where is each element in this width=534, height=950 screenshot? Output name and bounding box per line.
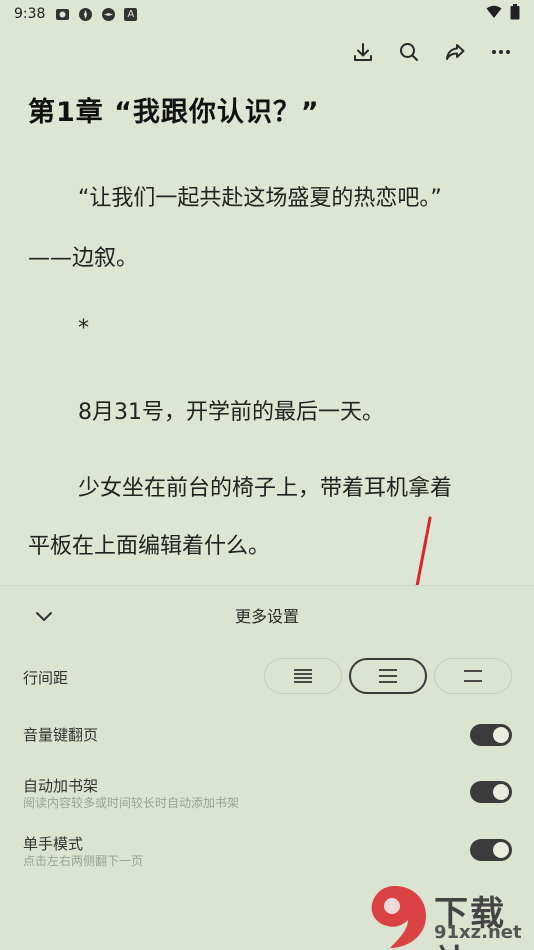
paragraph: “让我们一起共赴这场盛夏的热恋吧。” xyxy=(78,186,442,211)
auto-shelf-label: 自动加书架 xyxy=(23,777,99,795)
volume-key-toggle[interactable] xyxy=(470,724,512,746)
status-time: 9:38 xyxy=(14,6,46,22)
line-spacing-small-button[interactable] xyxy=(264,658,342,694)
paragraph: ——边叙。 xyxy=(28,246,139,271)
line-spacing-large-icon xyxy=(464,670,482,682)
reader-toolbar xyxy=(348,36,516,68)
paragraph: 少女坐在前台的椅子上，带着耳机拿着 xyxy=(78,476,453,501)
a-badge-icon: A xyxy=(124,7,138,21)
search-button[interactable] xyxy=(394,37,424,67)
line-spacing-large-button[interactable] xyxy=(434,658,512,694)
status-notification-icons: A xyxy=(55,7,138,22)
paragraph: 8月31号，开学前的最后一天。 xyxy=(78,400,384,425)
auto-shelf-description: 阅读内容较多或时间较长时自动添加书架 xyxy=(23,796,240,810)
line-spacing-options xyxy=(264,658,514,696)
line-spacing-small-icon xyxy=(294,669,312,683)
panel-title: 更多设置 xyxy=(234,607,299,626)
more-button[interactable] xyxy=(486,37,516,67)
line-spacing-medium-button[interactable] xyxy=(349,658,427,694)
volume-key-label: 音量键翻页 xyxy=(23,726,99,744)
one-hand-mode-toggle[interactable] xyxy=(470,839,512,861)
watermark-url: 91xz.net xyxy=(434,922,522,943)
download-icon xyxy=(354,43,372,61)
toggle-knob xyxy=(493,842,509,858)
status-system-icons xyxy=(486,4,520,24)
auto-shelf-toggle[interactable] xyxy=(470,781,512,803)
battery-icon xyxy=(510,4,520,24)
status-bar: 9:38 A xyxy=(0,0,534,28)
paragraph: * xyxy=(78,316,89,341)
download-button[interactable] xyxy=(348,37,378,67)
search-icon xyxy=(400,43,418,61)
one-hand-mode-description: 点击左右两侧翻下一页 xyxy=(23,854,144,868)
share-button[interactable] xyxy=(440,37,470,67)
panel-header: 更多设置 xyxy=(0,586,534,642)
app-notification-icon xyxy=(101,7,116,22)
wifi-icon xyxy=(486,5,502,23)
toggle-knob xyxy=(493,727,509,743)
more-icon xyxy=(492,50,510,54)
watermark-logo-icon xyxy=(371,886,426,948)
line-spacing-label: 行间距 xyxy=(23,669,69,687)
toggle-knob xyxy=(493,784,509,800)
site-watermark: 下载站 91xz.net xyxy=(362,884,534,950)
line-spacing-medium-icon xyxy=(379,669,397,683)
share-icon xyxy=(446,44,465,60)
photo-notification-icon xyxy=(55,7,70,22)
paragraph: 平板在上面编辑着什么。 xyxy=(28,534,271,559)
chapter-title: 第1章 “我跟你认识？” xyxy=(28,97,320,128)
one-hand-mode-label: 单手模式 xyxy=(23,835,84,853)
app-notification-icon xyxy=(78,7,93,22)
